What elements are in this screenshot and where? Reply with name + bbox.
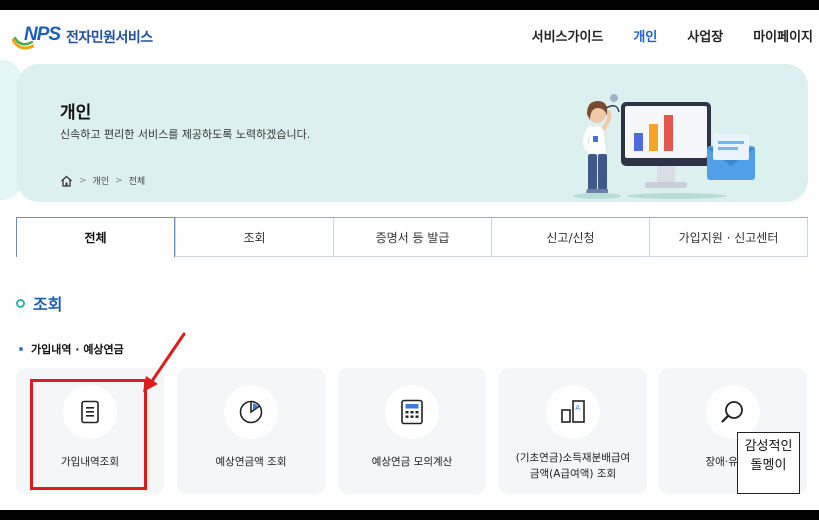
category-tabs: 전체 조회 증명서 등 발급 신고/신청 가입지원 · 신고센터 — [16, 217, 808, 257]
nps-logo[interactable]: NPS 전자민원서비스 — [12, 22, 153, 52]
card-label-line2: 금액(A급여액) 조회 — [529, 468, 617, 480]
page: NPS 전자민원서비스 서비스가이드 개인 사업장 마이페이지 개인 신속하고 … — [0, 10, 819, 510]
card-icon-circle — [706, 385, 760, 439]
logo-nps-text: NPS — [24, 24, 61, 45]
tab-all[interactable]: 전체 — [16, 217, 175, 257]
home-icon[interactable] — [60, 175, 73, 187]
stamp-line2: 돌멩이 — [750, 458, 787, 473]
breadcrumb-separator: > — [115, 175, 123, 186]
card-icon-circle — [385, 385, 439, 439]
breadcrumb-separator: > — [79, 175, 87, 186]
circle-bullet-icon — [16, 298, 25, 308]
calculator-icon — [401, 399, 423, 425]
breadcrumb: > 개인 > 전체 — [60, 174, 145, 187]
card-pension-simulation[interactable]: 예상연금 모의계산 — [338, 368, 486, 494]
pie-chart-icon — [239, 400, 263, 424]
svg-text:A: A — [575, 404, 580, 412]
dot-bullet-icon — [19, 347, 23, 351]
card-expected-pension[interactable]: 예상연금액 조회 — [177, 368, 325, 494]
tab-support-center[interactable]: 가입지원 · 신고센터 — [649, 218, 807, 256]
main-nav: 서비스가이드 개인 사업장 마이페이지 — [517, 26, 813, 45]
site-header: NPS 전자민원서비스 서비스가이드 개인 사업장 마이페이지 — [0, 10, 819, 62]
nav-business[interactable]: 사업장 — [672, 26, 738, 45]
section-title: 조회 — [16, 291, 62, 315]
tab-inquiry[interactable]: 조회 — [175, 218, 333, 256]
magnifier-icon — [721, 401, 743, 423]
nav-personal[interactable]: 개인 — [618, 26, 672, 45]
watermark-stamp: 감성적인 돌멩이 — [737, 432, 800, 494]
nav-service-guide[interactable]: 서비스가이드 — [517, 26, 619, 45]
red-arrow-icon — [143, 332, 186, 392]
card-label-line1: (기초연금)소득재분배급여 — [515, 452, 631, 464]
service-name: 전자민원서비스 — [66, 30, 153, 46]
breadcrumb-personal[interactable]: 개인 — [93, 174, 110, 187]
card-label: (기초연금)소득재분배급여 금액(A급여액) 조회 — [505, 450, 641, 482]
bar-document-icon: A — [561, 400, 585, 423]
nav-mypage[interactable]: 마이페이지 — [738, 26, 813, 45]
subsection-title: 가입내역 · 예상연금 — [19, 341, 124, 357]
card-icon-circle: A — [546, 385, 600, 439]
highlight-box — [30, 379, 147, 490]
page-subtitle: 신속하고 편리한 서비스를 제공하도록 노력하겠습니다. — [60, 128, 311, 141]
subsection-title-text: 가입내역 · 예상연금 — [31, 343, 124, 356]
card-label: 예상연금액 조회 — [215, 456, 287, 468]
hero-illustration — [573, 94, 755, 199]
tab-report-apply[interactable]: 신고/신청 — [491, 218, 649, 256]
page-title: 개인 — [60, 103, 92, 123]
card-basic-pension-a-benefit[interactable]: A (기초연금)소득재분배급여 금액(A급여액) 조회 — [499, 368, 647, 494]
hero-banner: 개인 신속하고 편리한 서비스를 제공하도록 노력하겠습니다. > 개인 > 전… — [17, 64, 808, 202]
section-title-text: 조회 — [33, 295, 63, 314]
stamp-line1: 감성적인 — [744, 439, 793, 454]
nps-logo-mark: NPS — [12, 22, 68, 52]
card-label: 예상연금 모의계산 — [371, 456, 453, 468]
card-icon-circle — [224, 385, 278, 439]
breadcrumb-all: 전체 — [128, 177, 146, 187]
tab-certificate[interactable]: 증명서 등 발급 — [333, 218, 491, 256]
